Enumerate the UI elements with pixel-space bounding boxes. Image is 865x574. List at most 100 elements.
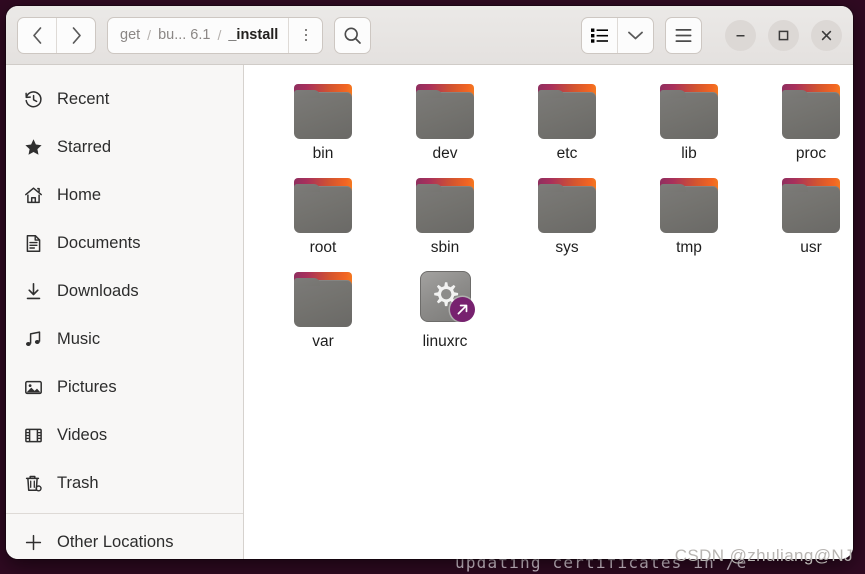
breadcrumb-item-current[interactable]: _install xyxy=(228,27,278,43)
header-bar: get / bu... 6.1 / _install xyxy=(6,6,853,65)
sidebar: Recent Starred Home Documents Downloads … xyxy=(6,65,244,559)
search-icon xyxy=(344,26,362,44)
folder-notch xyxy=(782,184,808,192)
file-name-label: proc xyxy=(795,145,827,162)
file-name-label: root xyxy=(309,239,337,256)
folder-notch xyxy=(782,90,808,98)
folder-icon xyxy=(536,83,598,140)
sidebar-item-starred[interactable]: Starred xyxy=(6,123,243,171)
folder-body xyxy=(294,186,352,233)
sidebar-item-documents[interactable]: Documents xyxy=(6,219,243,267)
minimize-button[interactable] xyxy=(725,19,756,51)
clock-icon xyxy=(23,89,43,109)
window-body: Recent Starred Home Documents Downloads … xyxy=(6,65,853,559)
close-button[interactable] xyxy=(811,19,842,51)
file-item-lib[interactable]: lib xyxy=(628,83,750,163)
folder-notch xyxy=(416,90,442,98)
film-icon xyxy=(23,425,43,445)
folder-body xyxy=(538,92,596,139)
sidebar-item-recent[interactable]: Recent xyxy=(6,75,243,123)
picture-icon xyxy=(23,377,43,397)
breadcrumb-item-0[interactable]: get xyxy=(120,27,140,43)
file-item-linuxrc[interactable]: linuxrc xyxy=(384,271,506,351)
file-name-label: etc xyxy=(556,145,578,162)
folder-icon xyxy=(658,177,720,234)
sidebar-item-label: Other Locations xyxy=(57,532,174,551)
file-name-label: dev xyxy=(432,145,458,162)
folder-icon xyxy=(292,83,354,140)
file-name-label: usr xyxy=(800,239,822,256)
sidebar-item-downloads[interactable]: Downloads xyxy=(6,267,243,315)
sidebar-item-label: Recent xyxy=(57,89,110,108)
view-options-dropdown[interactable] xyxy=(617,17,653,53)
folder-body xyxy=(782,92,840,139)
list-view-icon xyxy=(591,28,608,43)
file-name-label: var xyxy=(312,333,334,350)
breadcrumb-item-1[interactable]: bu... 6.1 xyxy=(158,27,210,43)
folder-body xyxy=(782,186,840,233)
back-button[interactable] xyxy=(18,18,56,53)
chevron-left-icon xyxy=(32,26,41,44)
folder-notch xyxy=(538,184,564,192)
breadcrumb: get / bu... 6.1 / _install xyxy=(108,18,288,53)
file-name-label: sys xyxy=(555,239,579,256)
file-name-label: bin xyxy=(312,145,334,162)
dot xyxy=(304,28,308,32)
home-icon xyxy=(23,185,43,205)
file-item-etc[interactable]: etc xyxy=(506,83,628,163)
document-icon xyxy=(23,233,43,253)
folder-notch xyxy=(294,90,320,98)
folder-body xyxy=(538,186,596,233)
main-menu-button[interactable] xyxy=(665,16,702,54)
sidebar-item-label: Videos xyxy=(57,425,108,444)
path-options-button[interactable] xyxy=(288,17,322,53)
symlink-badge-icon xyxy=(450,297,475,322)
window-controls xyxy=(725,19,842,51)
path-bar: get / bu... 6.1 / _install xyxy=(107,16,324,54)
sidebar-separator xyxy=(6,513,243,514)
folder-icon xyxy=(292,177,354,234)
list-view-button[interactable] xyxy=(582,18,617,53)
file-name-label: sbin xyxy=(430,239,460,256)
file-manager-window: get / bu... 6.1 / _install Recent Starre… xyxy=(6,6,853,559)
folder-notch xyxy=(294,278,320,286)
breadcrumb-separator: / xyxy=(147,27,152,43)
sidebar-item-label: Music xyxy=(57,329,101,348)
folder-icon xyxy=(780,177,842,234)
file-item-var[interactable]: var xyxy=(262,271,384,351)
sidebar-item-other-locations[interactable]: Other Locations xyxy=(6,518,243,559)
folder-icon xyxy=(414,177,476,234)
sidebar-item-label: Downloads xyxy=(57,281,139,300)
maximize-button[interactable] xyxy=(768,19,799,51)
file-item-proc[interactable]: proc xyxy=(750,83,853,163)
file-item-tmp[interactable]: tmp xyxy=(628,177,750,257)
sidebar-item-music[interactable]: Music xyxy=(6,315,243,363)
sidebar-item-pictures[interactable]: Pictures xyxy=(6,363,243,411)
folder-icon xyxy=(414,83,476,140)
sidebar-item-home[interactable]: Home xyxy=(6,171,243,219)
search-button[interactable] xyxy=(334,16,372,54)
folder-notch xyxy=(660,90,686,98)
forward-button[interactable] xyxy=(56,17,95,53)
navigation-buttons xyxy=(17,16,96,54)
file-item-sbin[interactable]: sbin xyxy=(384,177,506,257)
file-item-usr[interactable]: usr xyxy=(750,177,853,257)
folder-body xyxy=(660,92,718,139)
star-icon xyxy=(23,137,43,157)
folder-notch xyxy=(416,184,442,192)
sidebar-item-label: Documents xyxy=(57,233,141,252)
file-item-sys[interactable]: sys xyxy=(506,177,628,257)
file-list-view[interactable]: bin dev etc lib proc root sbin sys tmp u… xyxy=(244,65,853,559)
breadcrumb-separator: / xyxy=(217,27,222,43)
file-name-label: tmp xyxy=(676,239,702,256)
file-item-root[interactable]: root xyxy=(262,177,384,257)
close-icon xyxy=(821,30,832,40)
folder-icon xyxy=(658,83,720,140)
chevron-right-icon xyxy=(72,26,81,44)
music-note-icon xyxy=(23,329,43,349)
file-item-bin[interactable]: bin xyxy=(262,83,384,163)
sidebar-item-trash[interactable]: Trash xyxy=(6,459,243,507)
sidebar-item-videos[interactable]: Videos xyxy=(6,411,243,459)
file-item-dev[interactable]: dev xyxy=(384,83,506,163)
folder-body xyxy=(416,92,474,139)
